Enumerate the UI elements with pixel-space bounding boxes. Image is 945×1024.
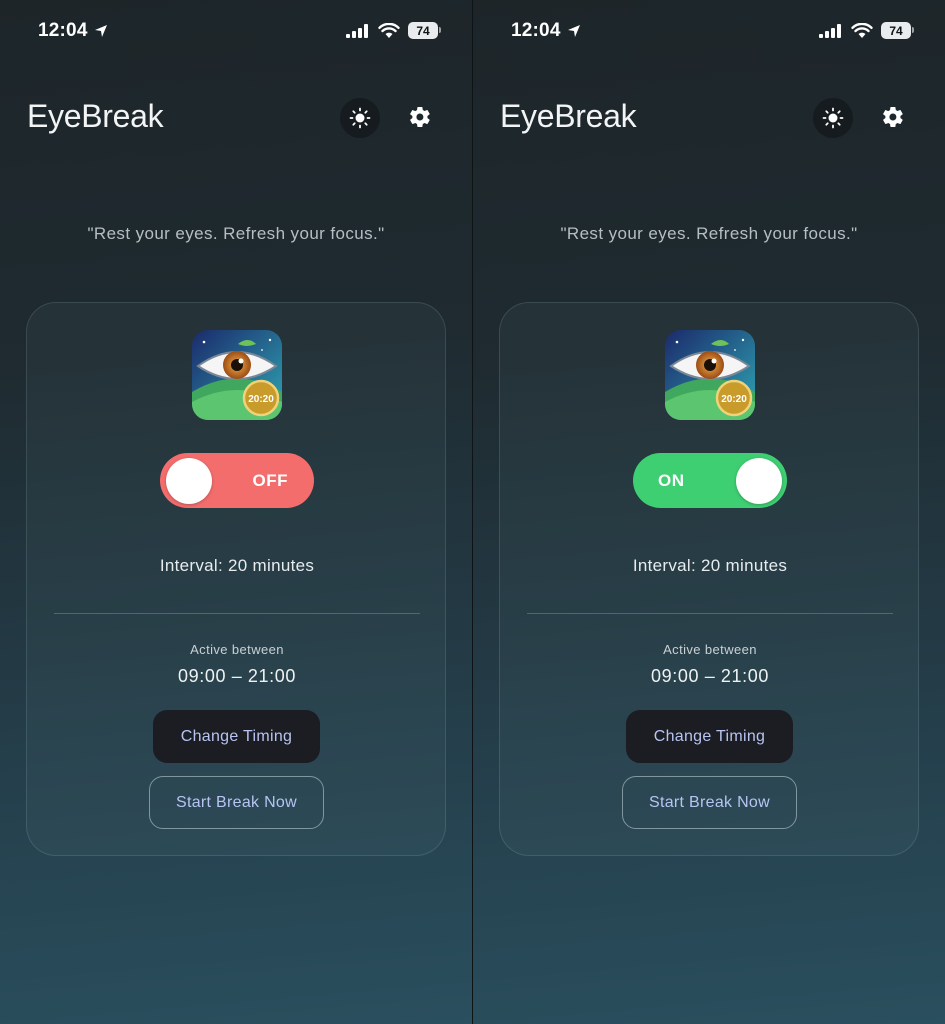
gear-icon xyxy=(883,106,903,128)
app-title: EyeBreak xyxy=(500,98,637,134)
settings-button[interactable] xyxy=(405,102,435,132)
battery-indicator: 74 xyxy=(408,22,441,39)
battery-indicator: 74 xyxy=(881,22,914,39)
interval-text: Interval: 20 minutes xyxy=(159,556,315,575)
divider xyxy=(527,613,893,614)
wifi-icon xyxy=(378,22,400,38)
sun-icon xyxy=(349,107,371,129)
battery-level: 74 xyxy=(889,23,903,38)
phone-screen-off: 12:04 74 EyeBreak "Rest your eyes. Refre… xyxy=(0,0,472,1024)
change-timing-button[interactable]: Change Timing xyxy=(153,710,320,763)
wifi-icon xyxy=(851,22,873,38)
eye-logo-icon: 20:20 xyxy=(665,330,755,420)
tagline: "Rest your eyes. Refresh your focus." xyxy=(560,224,858,243)
interval-text: Interval: 20 minutes xyxy=(632,556,788,575)
start-break-label: Start Break Now xyxy=(176,793,297,811)
sun-icon xyxy=(822,107,844,129)
active-time-range: 09:00 – 21:00 xyxy=(651,666,769,686)
app-icon: 20:20 xyxy=(665,330,755,420)
active-between-label: Active between xyxy=(663,642,757,657)
cellular-signal-icon xyxy=(819,23,841,38)
divider xyxy=(54,613,420,614)
active-between-label: Active between xyxy=(190,642,284,657)
icon-badge-text: 20:20 xyxy=(721,394,747,405)
icon-badge-text: 20:20 xyxy=(248,394,274,405)
break-reminder-toggle[interactable]: ON xyxy=(633,453,787,508)
status-time: 12:04 xyxy=(38,20,108,42)
eye-logo-icon: 20:20 xyxy=(192,330,282,420)
start-break-now-button[interactable]: Start Break Now xyxy=(149,776,324,829)
status-indicators: 74 xyxy=(819,22,914,39)
location-arrow-icon xyxy=(94,25,107,37)
app-title: EyeBreak xyxy=(27,98,164,134)
status-time-text: 12:04 xyxy=(511,20,561,41)
main-card: 20:20 ON Interval: 20 minutes Active bet… xyxy=(499,302,919,856)
status-indicators: 74 xyxy=(346,22,441,39)
app-icon: 20:20 xyxy=(192,330,282,420)
change-timing-button[interactable]: Change Timing xyxy=(626,710,793,763)
active-time-range: 09:00 – 21:00 xyxy=(178,666,296,686)
location-arrow-icon xyxy=(567,25,580,37)
phone-screen-on: 12:04 74 EyeBreak "Rest your eyes. Refre… xyxy=(473,0,945,1024)
start-break-now-button[interactable]: Start Break Now xyxy=(622,776,797,829)
battery-level: 74 xyxy=(416,23,430,38)
toggle-state-label: OFF xyxy=(252,470,288,490)
toggle-knob xyxy=(166,458,212,504)
status-time: 12:04 xyxy=(511,20,581,42)
theme-toggle-button[interactable] xyxy=(340,98,380,138)
status-time-text: 12:04 xyxy=(38,20,88,41)
change-timing-label: Change Timing xyxy=(180,727,293,745)
gear-icon xyxy=(410,106,430,128)
change-timing-label: Change Timing xyxy=(653,727,766,745)
break-reminder-toggle[interactable]: OFF xyxy=(160,453,314,508)
start-break-label: Start Break Now xyxy=(649,793,770,811)
tagline: "Rest your eyes. Refresh your focus." xyxy=(87,224,385,243)
theme-toggle-button[interactable] xyxy=(813,98,853,138)
cellular-signal-icon xyxy=(346,23,368,38)
settings-button[interactable] xyxy=(878,102,908,132)
toggle-knob xyxy=(736,458,782,504)
toggle-state-label: ON xyxy=(658,470,685,490)
main-card: 20:20 OFF Interval: 20 minutes Active be… xyxy=(26,302,446,856)
